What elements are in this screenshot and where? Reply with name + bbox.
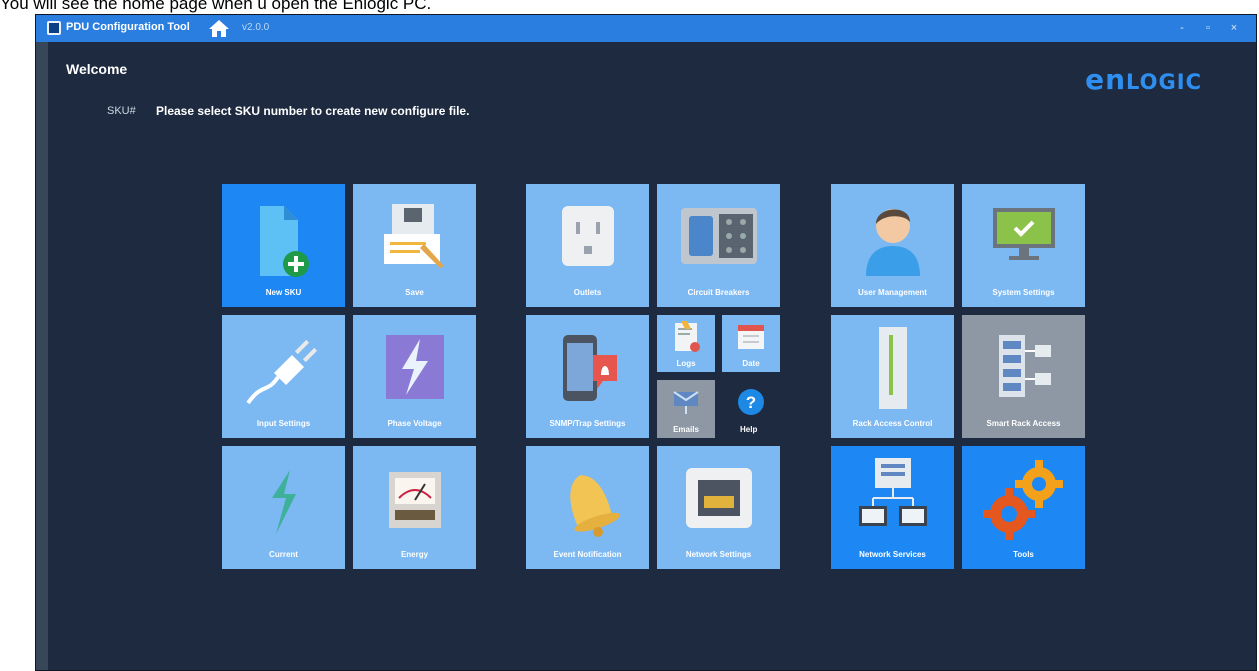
tile-label: User Management bbox=[858, 288, 927, 297]
tile-network-settings[interactable]: Network Settings bbox=[657, 446, 780, 569]
tile-label: Circuit Breakers bbox=[687, 288, 750, 297]
tile-event-notification[interactable]: Event Notification bbox=[526, 446, 649, 569]
tile-system-settings[interactable]: System Settings bbox=[962, 184, 1085, 307]
ethernet-icon bbox=[685, 468, 752, 528]
tile-label: New SKU bbox=[265, 288, 302, 297]
minimize-button[interactable]: - bbox=[1173, 19, 1191, 37]
version-label: v2.0.0 bbox=[242, 22, 270, 33]
tile-label: Logs bbox=[676, 359, 696, 368]
svg-text:?: ? bbox=[746, 393, 756, 412]
tile-tools[interactable]: Tools bbox=[962, 446, 1085, 569]
tile-input-settings[interactable]: Input Settings bbox=[222, 315, 345, 438]
outlet-icon bbox=[561, 206, 614, 266]
tile-emails[interactable]: Emails bbox=[657, 380, 715, 438]
bell-icon bbox=[569, 475, 620, 537]
breaker-icon bbox=[680, 208, 757, 264]
tile-date[interactable]: Date bbox=[722, 315, 780, 372]
save-icon bbox=[383, 204, 444, 268]
brand-logo-main: en bbox=[1085, 63, 1127, 96]
maximize-button[interactable]: ▫ bbox=[1199, 19, 1217, 37]
close-button[interactable]: × bbox=[1225, 19, 1243, 37]
tile-circuit-breakers[interactable]: Circuit Breakers bbox=[657, 184, 780, 307]
sidebar bbox=[36, 42, 48, 670]
tile-new-sku[interactable]: New SKU bbox=[222, 184, 345, 307]
email-icon bbox=[673, 391, 699, 414]
tile-label: Input Settings bbox=[256, 419, 311, 428]
plug-icon bbox=[245, 339, 317, 405]
tile-label: Save bbox=[405, 288, 424, 297]
monitor-icon bbox=[992, 208, 1055, 260]
rack-icon bbox=[878, 327, 907, 409]
tile-label: System Settings bbox=[992, 288, 1055, 297]
app-window: PDU Configuration Tool v2.0.0 - ▫ × Welc… bbox=[35, 14, 1257, 671]
tile-label: Smart Rack Access bbox=[986, 419, 1061, 428]
tile-label: Energy bbox=[400, 550, 429, 559]
brand-logo: enLOGIC bbox=[1085, 63, 1202, 96]
brand-logo-sub: LOGIC bbox=[1126, 70, 1202, 94]
phone-alert-icon bbox=[562, 335, 617, 401]
tile-label: Tools bbox=[1013, 550, 1034, 559]
app-title: PDU Configuration Tool bbox=[66, 21, 190, 33]
page-title: Welcome bbox=[66, 61, 128, 77]
calendar-icon bbox=[738, 325, 764, 349]
sku-label: SKU# bbox=[107, 105, 136, 117]
tile-label: Event Notification bbox=[553, 550, 622, 559]
tile-label: SNMP/Trap Settings bbox=[549, 419, 626, 428]
tile-label: Date bbox=[742, 359, 760, 368]
tile-label: Outlets bbox=[573, 288, 602, 297]
logs-icon bbox=[675, 321, 700, 352]
user-icon bbox=[865, 209, 920, 276]
tile-user-management[interactable]: User Management bbox=[831, 184, 954, 307]
server-rack-icon bbox=[998, 335, 1051, 397]
tile-snmp-trap[interactable]: SNMP/Trap Settings bbox=[526, 315, 649, 438]
help-icon[interactable]: ? bbox=[737, 388, 765, 416]
tile-label: Current bbox=[269, 550, 298, 559]
help-label: Help bbox=[740, 425, 758, 434]
sku-message: Please select SKU number to create new c… bbox=[156, 104, 470, 118]
tile-rack-access-control[interactable]: Rack Access Control bbox=[831, 315, 954, 438]
tile-label: Rack Access Control bbox=[852, 419, 933, 428]
title-bar: PDU Configuration Tool v2.0.0 - ▫ × bbox=[36, 15, 1256, 42]
lightning-icon bbox=[385, 335, 444, 399]
tile-label: Emails bbox=[673, 425, 699, 434]
tile-logs[interactable]: Logs bbox=[657, 315, 715, 372]
tile-phase-voltage[interactable]: Phase Voltage bbox=[353, 315, 476, 438]
tile-outlets[interactable]: Outlets bbox=[526, 184, 649, 307]
tile-smart-rack-access[interactable]: Smart Rack Access bbox=[962, 315, 1085, 438]
tile-network-services[interactable]: Network Services bbox=[831, 446, 954, 569]
tile-label: Network Services bbox=[859, 550, 926, 559]
tile-energy[interactable]: Energy bbox=[353, 446, 476, 569]
tile-current[interactable]: Current bbox=[222, 446, 345, 569]
network-icon bbox=[858, 458, 927, 526]
tile-save[interactable]: Save bbox=[353, 184, 476, 307]
home-icon[interactable] bbox=[207, 18, 231, 39]
meter-icon bbox=[388, 472, 441, 528]
tile-label: Network Settings bbox=[685, 550, 752, 559]
document-caption: You will see the home page when u open t… bbox=[0, 0, 432, 13]
new-file-icon bbox=[259, 206, 309, 277]
current-icon bbox=[271, 470, 296, 534]
gears-icon bbox=[982, 460, 1063, 540]
tile-label: Phase Voltage bbox=[387, 419, 442, 428]
app-logo-icon bbox=[47, 21, 61, 35]
